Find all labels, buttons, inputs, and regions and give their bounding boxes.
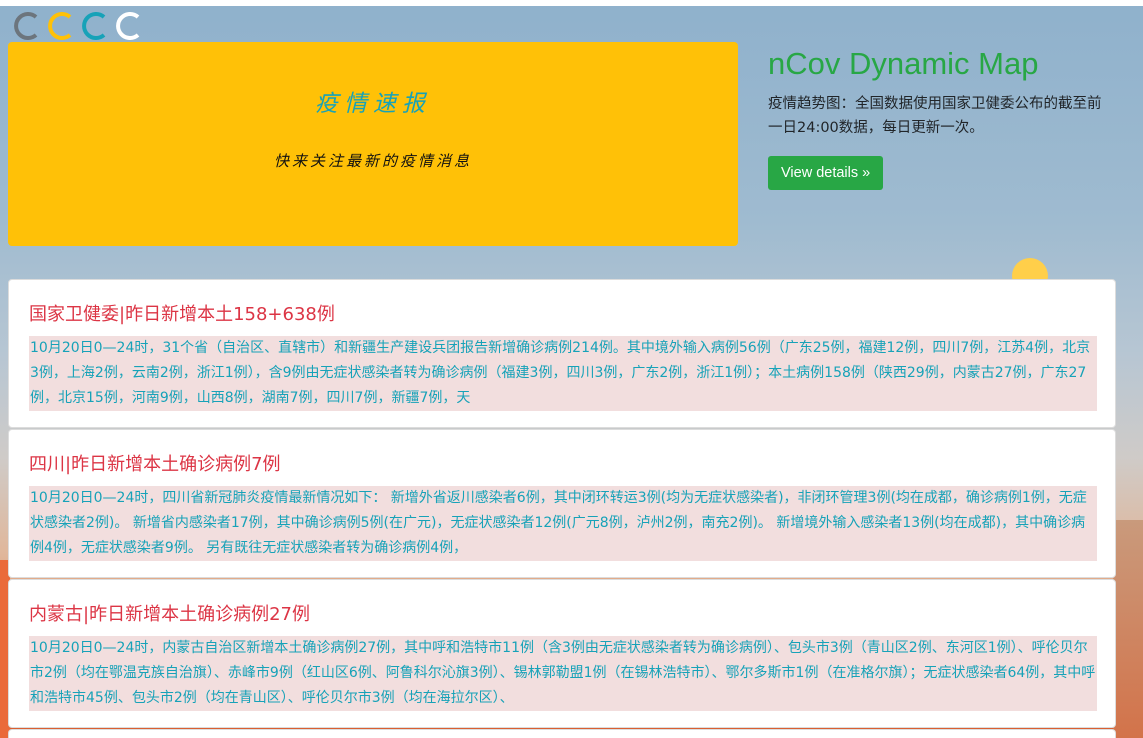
news-card: 内蒙古|昨日新增本土确诊病例27例 10月20日0—24时，内蒙古自治区新增本土…	[8, 579, 1116, 728]
panel-title: nCov Dynamic Map	[768, 46, 1039, 81]
news-card-title[interactable]: 内蒙古|昨日新增本土确诊病例27例	[29, 600, 310, 626]
news-card-title[interactable]: 四川|昨日新增本土确诊病例7例	[29, 450, 281, 476]
banner-subtitle: 快来关注最新的疫情消息	[273, 152, 472, 170]
news-card: 国家卫健委|昨日新增本土158+638例 10月20日0—24时，31个省（自治…	[8, 279, 1116, 428]
news-card-partial	[8, 729, 1116, 738]
news-card-body: 10月20日0—24时，内蒙古自治区新增本土确诊病例27例，其中呼和浩特市11例…	[29, 636, 1097, 711]
news-card-title[interactable]: 国家卫健委|昨日新增本土158+638例	[29, 300, 335, 326]
panel-description: 疫情趋势图：全国数据使用国家卫健委公布的截至前一日24:00数据，每日更新一次。	[768, 96, 1102, 136]
news-banner: 疫情速报 快来关注最新的疫情消息	[8, 42, 738, 246]
news-card: 四川|昨日新增本土确诊病例7例 10月20日0—24时，四川省新冠肺炎疫情最新情…	[8, 429, 1116, 578]
background-hill-right	[1113, 520, 1143, 738]
cccc-logo-icon[interactable]	[8, 6, 158, 42]
map-info-panel: nCov Dynamic Map 疫情趋势图：全国数据使用国家卫健委公布的截至前…	[768, 42, 1128, 190]
view-details-button[interactable]: View details »	[768, 156, 884, 190]
news-card-body: 10月20日0—24时，四川省新冠肺炎疫情最新情况如下： 新增外省返川感染者6例…	[29, 486, 1097, 561]
banner-title: 疫情速报	[315, 91, 431, 117]
news-card-body: 10月20日0—24时，31个省（自治区、直辖市）和新疆生产建设兵团报告新增确诊…	[29, 336, 1097, 411]
top-strip	[0, 0, 1143, 6]
